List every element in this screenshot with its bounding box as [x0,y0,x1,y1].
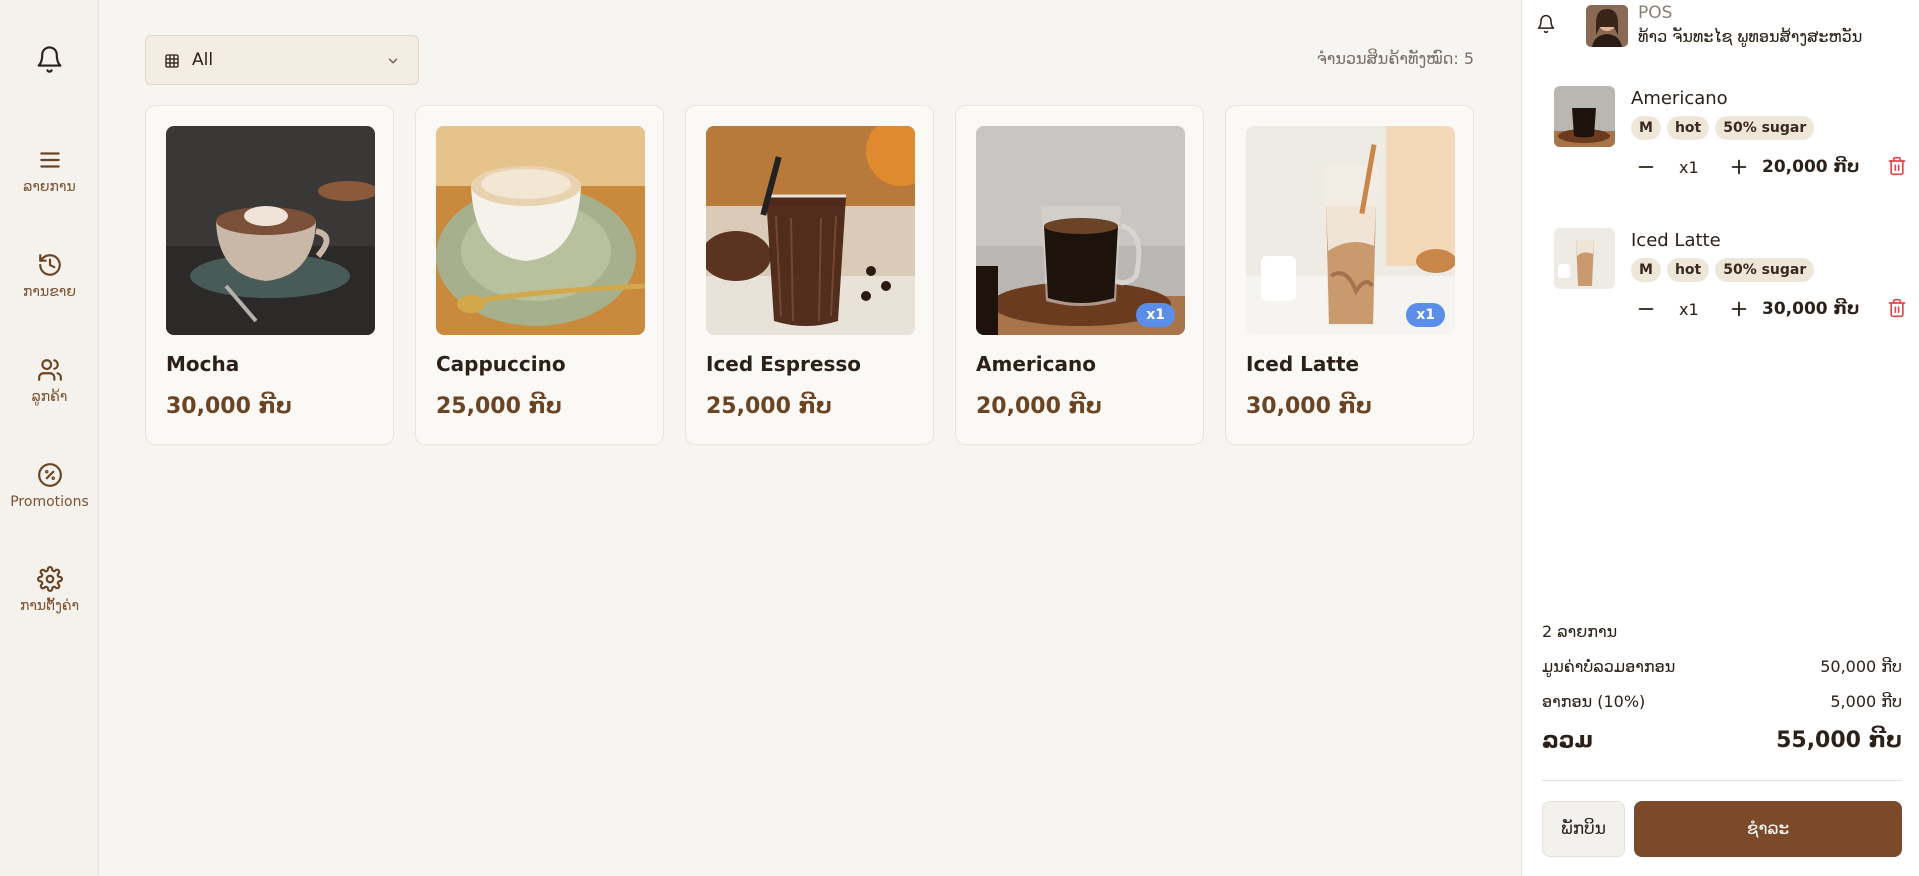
user-name: ທ້າວ ຈັນທະໄຊ ພູທອນສ້າງສະຫວັນ [1638,27,1863,46]
sidebar: ລາຍການ ການຂາຍ ລູກຄ້າ Promotions ການຕັ້ງຄ… [0,0,99,876]
order-item-options: M hot 50% sugar [1631,258,1815,282]
trash-icon[interactable] [1887,298,1907,318]
product-price: 20,000 ກີບ [976,394,1102,419]
sidebar-item-label: ການຕັ້ງຄ່າ [19,598,80,614]
bell-icon[interactable] [1536,14,1556,34]
subtotal-value: 50,000 ກີບ [1820,657,1902,676]
gear-icon [36,566,63,592]
tax-value: 5,000 ກີບ [1830,692,1902,711]
product-price: 30,000 ກີບ [1246,394,1372,419]
total-row: ລວມ 55,000 ກີບ [1542,728,1902,753]
option-tag: 50% sugar [1715,258,1815,282]
product-image [706,126,915,335]
bell-icon[interactable] [35,45,64,74]
plus-icon[interactable] [1728,156,1750,178]
total-value: 55,000 ກີບ [1776,728,1902,753]
users-icon [37,359,62,381]
in-cart-qty-badge: x1 [1136,303,1175,327]
product-image [436,126,645,335]
tax-label: ອາກອນ (10%) [1542,692,1646,711]
product-image: x1 [1246,126,1455,335]
category-filter-select[interactable]: All [145,35,419,85]
chevron-down-icon [388,58,398,64]
subtotal-row: ມູນຄ່າບໍ່ລວມອາກອນ 50,000 ກີບ [1542,657,1902,676]
subtotal-label: ມູນຄ່າບໍ່ລວມອາກອນ [1542,657,1676,676]
history-icon [38,254,61,276]
product-card-iced-espresso[interactable]: Iced Espresso 25,000 ກີບ [685,105,934,445]
items-count: 2 ລາຍການ [1542,622,1618,641]
product-name: Iced Latte [1246,352,1360,376]
trash-icon[interactable] [1887,156,1907,176]
product-price: 25,000 ກີບ [706,394,832,419]
option-tag: 50% sugar [1715,116,1815,140]
sidebar-item-customers[interactable]: ລູກຄ້າ [0,357,99,405]
divider [1542,780,1902,781]
tax-row: ອາກອນ (10%) 5,000 ກີບ [1542,692,1902,711]
table-grid-icon [165,54,179,68]
product-card-iced-latte[interactable]: x1 Iced Latte 30,000 ກີບ [1225,105,1474,445]
product-name: Mocha [166,352,240,376]
pay-button[interactable]: ຊຳລະ [1634,801,1902,857]
discount-badge-icon [37,463,62,487]
product-name: Iced Espresso [706,352,861,376]
product-image [166,126,375,335]
sidebar-item-label: ລາຍການ [23,179,76,195]
option-tag: hot [1666,258,1710,282]
order-item: Americano M hot 50% sugar x1 20,000 ກີບ [1554,86,1914,206]
order-item-image [1554,228,1615,289]
product-card-cappuccino[interactable]: Cappuccino 25,000 ກີບ [415,105,664,445]
quantity-value: x1 [1679,300,1699,319]
option-tag: M [1631,116,1661,140]
product-price: 25,000 ກີບ [436,394,562,419]
order-item: Iced Latte M hot 50% sugar x1 30,000 ກີບ [1554,228,1914,348]
product-card-americano[interactable]: x1 Americano 20,000 ກີບ [955,105,1204,445]
minus-icon[interactable] [1635,156,1657,178]
user-role: POS [1638,3,1673,23]
sidebar-item-list[interactable]: ລາຍການ [0,147,99,195]
order-panel: POS ທ້າວ ຈັນທະໄຊ ພູທອນສ້າງສະຫວັນ America… [1521,0,1919,876]
product-price: 30,000 ກີບ [166,394,292,419]
sidebar-item-promotions[interactable]: Promotions [0,462,99,510]
filter-selected-value: All [192,50,214,70]
line-price: 30,000 ກີບ [1762,299,1860,319]
sidebar-item-settings[interactable]: ການຕັ້ງຄ່າ [0,566,99,614]
order-item-name: Iced Latte [1631,230,1721,251]
avatar[interactable] [1586,5,1628,47]
total-label: ລວມ [1542,728,1593,753]
product-name: Cappuccino [436,352,566,376]
sidebar-item-sales[interactable]: ການຂາຍ [0,252,99,300]
in-cart-qty-badge: x1 [1406,303,1445,327]
product-name: Americano [976,352,1096,376]
product-card-mocha[interactable]: Mocha 30,000 ກີບ [145,105,394,445]
order-item-image [1554,86,1615,147]
hold-bill-button[interactable]: ພັກບິນ [1542,801,1625,857]
option-tag: M [1631,258,1661,282]
quantity-value: x1 [1679,158,1699,177]
plus-icon[interactable] [1728,298,1750,320]
product-count: ຈຳນວນສິນຄ້າທັງໝົດ: 5 [1316,49,1474,68]
line-price: 20,000 ກີບ [1762,157,1860,177]
order-item-name: Americano [1631,88,1728,109]
quantity-stepper: x1 30,000 ກີບ [1631,296,1906,324]
menu-icon [39,152,60,168]
sidebar-item-label: Promotions [10,494,89,510]
option-tag: hot [1666,116,1710,140]
quantity-stepper: x1 20,000 ກີບ [1631,154,1906,182]
sidebar-item-label: ລູກຄ້າ [31,389,68,405]
minus-icon[interactable] [1635,298,1657,320]
product-image: x1 [976,126,1185,335]
order-item-options: M hot 50% sugar [1631,116,1815,140]
sidebar-item-label: ການຂາຍ [23,284,76,300]
